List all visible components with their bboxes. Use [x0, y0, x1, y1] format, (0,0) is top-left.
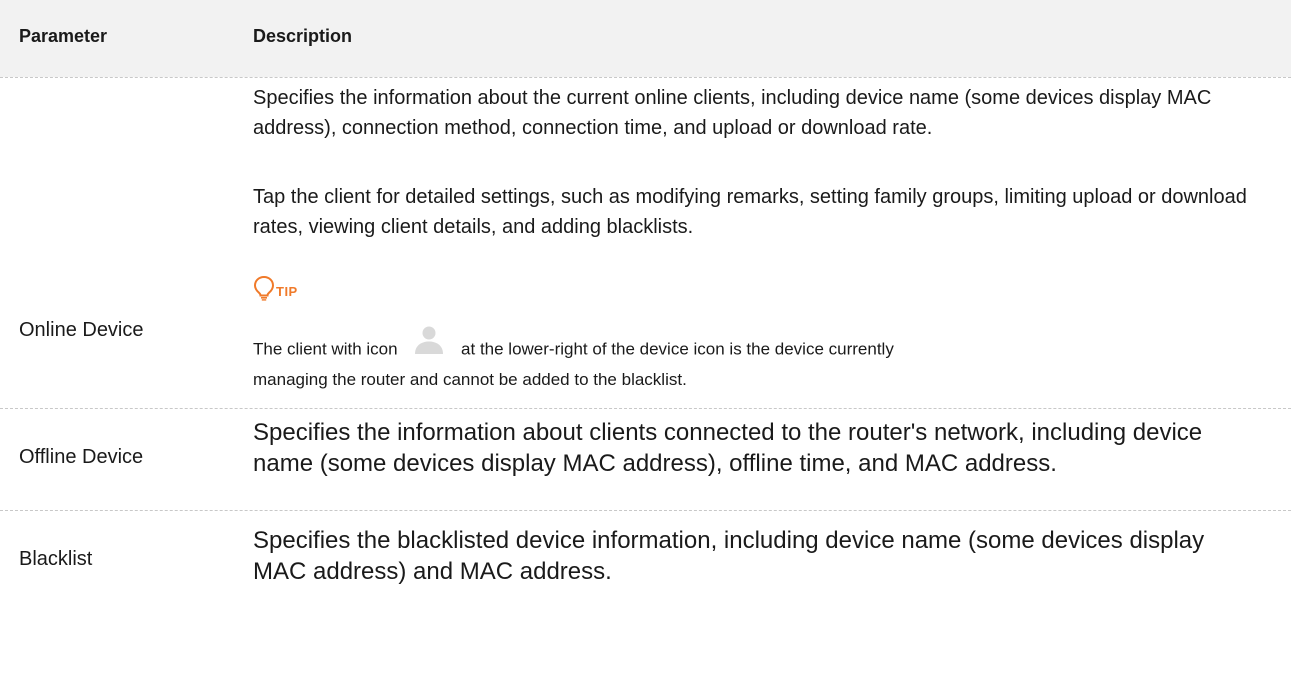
- tip-text-after: at the lower-right of the device icon is…: [461, 339, 894, 359]
- online-desc-paragraph-2: Tap the client for detailed settings, su…: [253, 186, 1247, 238]
- online-desc-paragraph-1: Specifies the information about the curr…: [253, 87, 1212, 139]
- tip-note-line-2: managing the router and cannot be added …: [253, 370, 687, 389]
- blacklist-desc-paragraph: Specifies the blacklisted device informa…: [253, 527, 1205, 585]
- table-row-offline-device: Offline Device Specifies the information…: [0, 409, 1291, 510]
- header-description: Description: [253, 26, 353, 46]
- tip-text-before: The client with icon: [253, 339, 398, 359]
- parameter-online-device: Online Device: [19, 319, 144, 341]
- parameter-table: Parameter Description Online Device Spec…: [0, 0, 1291, 604]
- parameter-offline-device: Offline Device: [19, 446, 144, 468]
- parameter-blacklist: Blacklist: [19, 548, 93, 570]
- user-icon: [412, 325, 446, 367]
- table-row-blacklist: Blacklist Specifies the blacklisted devi…: [0, 511, 1291, 604]
- tip-heading: TIP: [253, 275, 298, 301]
- description-blacklist: Specifies the blacklisted device informa…: [253, 525, 1263, 587]
- table-header: Parameter Description: [0, 0, 1291, 77]
- table-row-online-device: Online Device Specifies the information …: [0, 78, 1291, 408]
- description-offline-device: Specifies the information about clients …: [253, 417, 1263, 479]
- tip-label: TIP: [276, 284, 298, 299]
- lightbulb-icon: [253, 275, 275, 301]
- header-parameter: Parameter: [19, 26, 108, 46]
- offline-desc-paragraph: Specifies the information about clients …: [253, 419, 1203, 477]
